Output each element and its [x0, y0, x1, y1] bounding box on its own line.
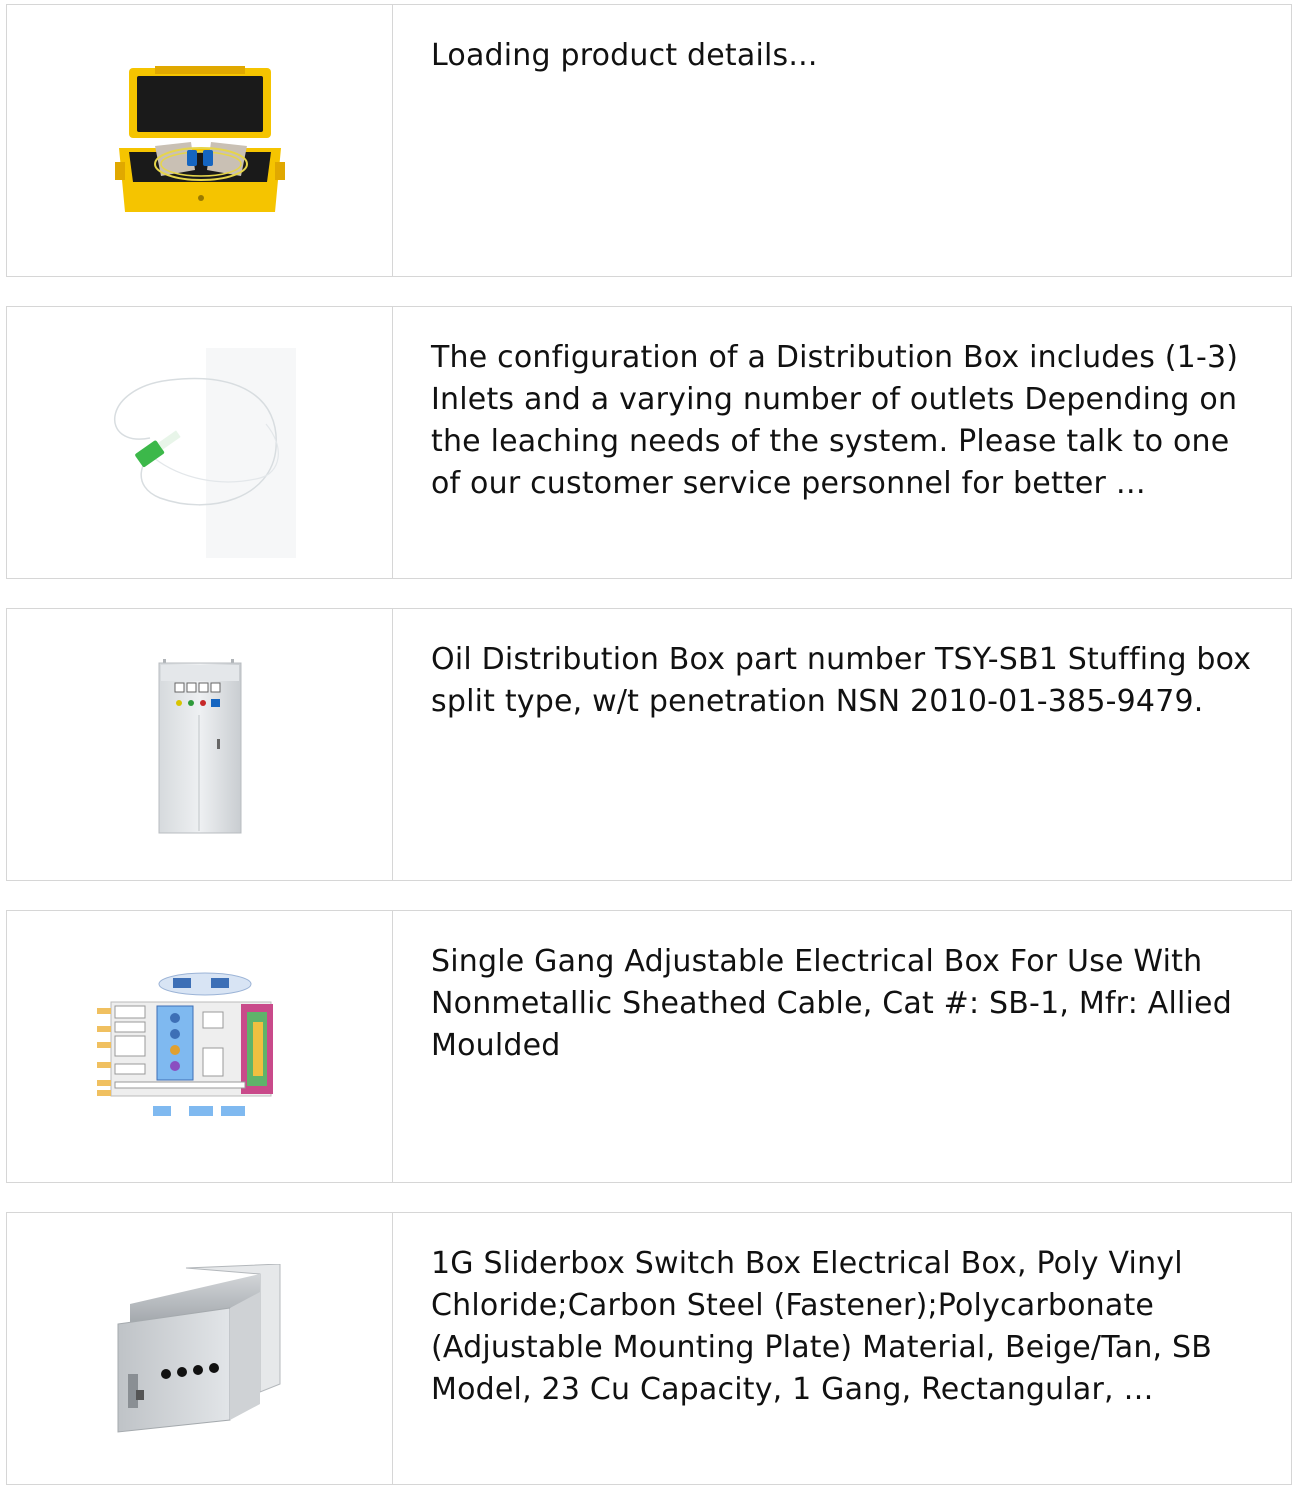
product-thumbnail[interactable] — [7, 911, 393, 1182]
product-description-area: Loading product details... — [393, 5, 1291, 276]
product-description: The configuration of a Distribution Box … — [431, 340, 1239, 501]
network-diagram-image — [96, 972, 273, 1116]
product-thumbnail[interactable] — [7, 609, 393, 880]
product-thumbnail[interactable] — [7, 307, 393, 578]
fiber-launch-case-image — [114, 65, 285, 212]
product-description-area: 1G Sliderbox Switch Box Electrical Box, … — [393, 1213, 1291, 1484]
steel-wall-box-image — [117, 1263, 280, 1433]
product-thumbnail[interactable] — [7, 5, 393, 276]
product-card[interactable]: The configuration of a Distribution Box … — [6, 306, 1292, 579]
product-card[interactable]: 1G Sliderbox Switch Box Electrical Box, … — [6, 1212, 1292, 1485]
product-thumbnail[interactable] — [7, 1213, 393, 1484]
product-description-area: Single Gang Adjustable Electrical Box Fo… — [393, 911, 1291, 1182]
fiber-pigtail-image — [113, 347, 296, 558]
product-description: Single Gang Adjustable Electrical Box Fo… — [431, 944, 1232, 1063]
product-description: 1G Sliderbox Switch Box Electrical Box, … — [431, 1246, 1213, 1407]
product-description: Loading product details... — [431, 38, 818, 73]
product-card[interactable]: Oil Distribution Box part number TSY-SB1… — [6, 608, 1292, 881]
product-description-area: The configuration of a Distribution Box … — [393, 307, 1291, 578]
product-card[interactable]: Single Gang Adjustable Electrical Box Fo… — [6, 910, 1292, 1183]
product-description: Oil Distribution Box part number TSY-SB1… — [431, 642, 1252, 719]
product-list: Loading product details... The configura… — [6, 4, 1292, 1485]
product-card[interactable]: Loading product details... — [6, 4, 1292, 277]
distribution-cabinet-image — [158, 658, 241, 833]
product-description-area: Oil Distribution Box part number TSY-SB1… — [393, 609, 1291, 880]
